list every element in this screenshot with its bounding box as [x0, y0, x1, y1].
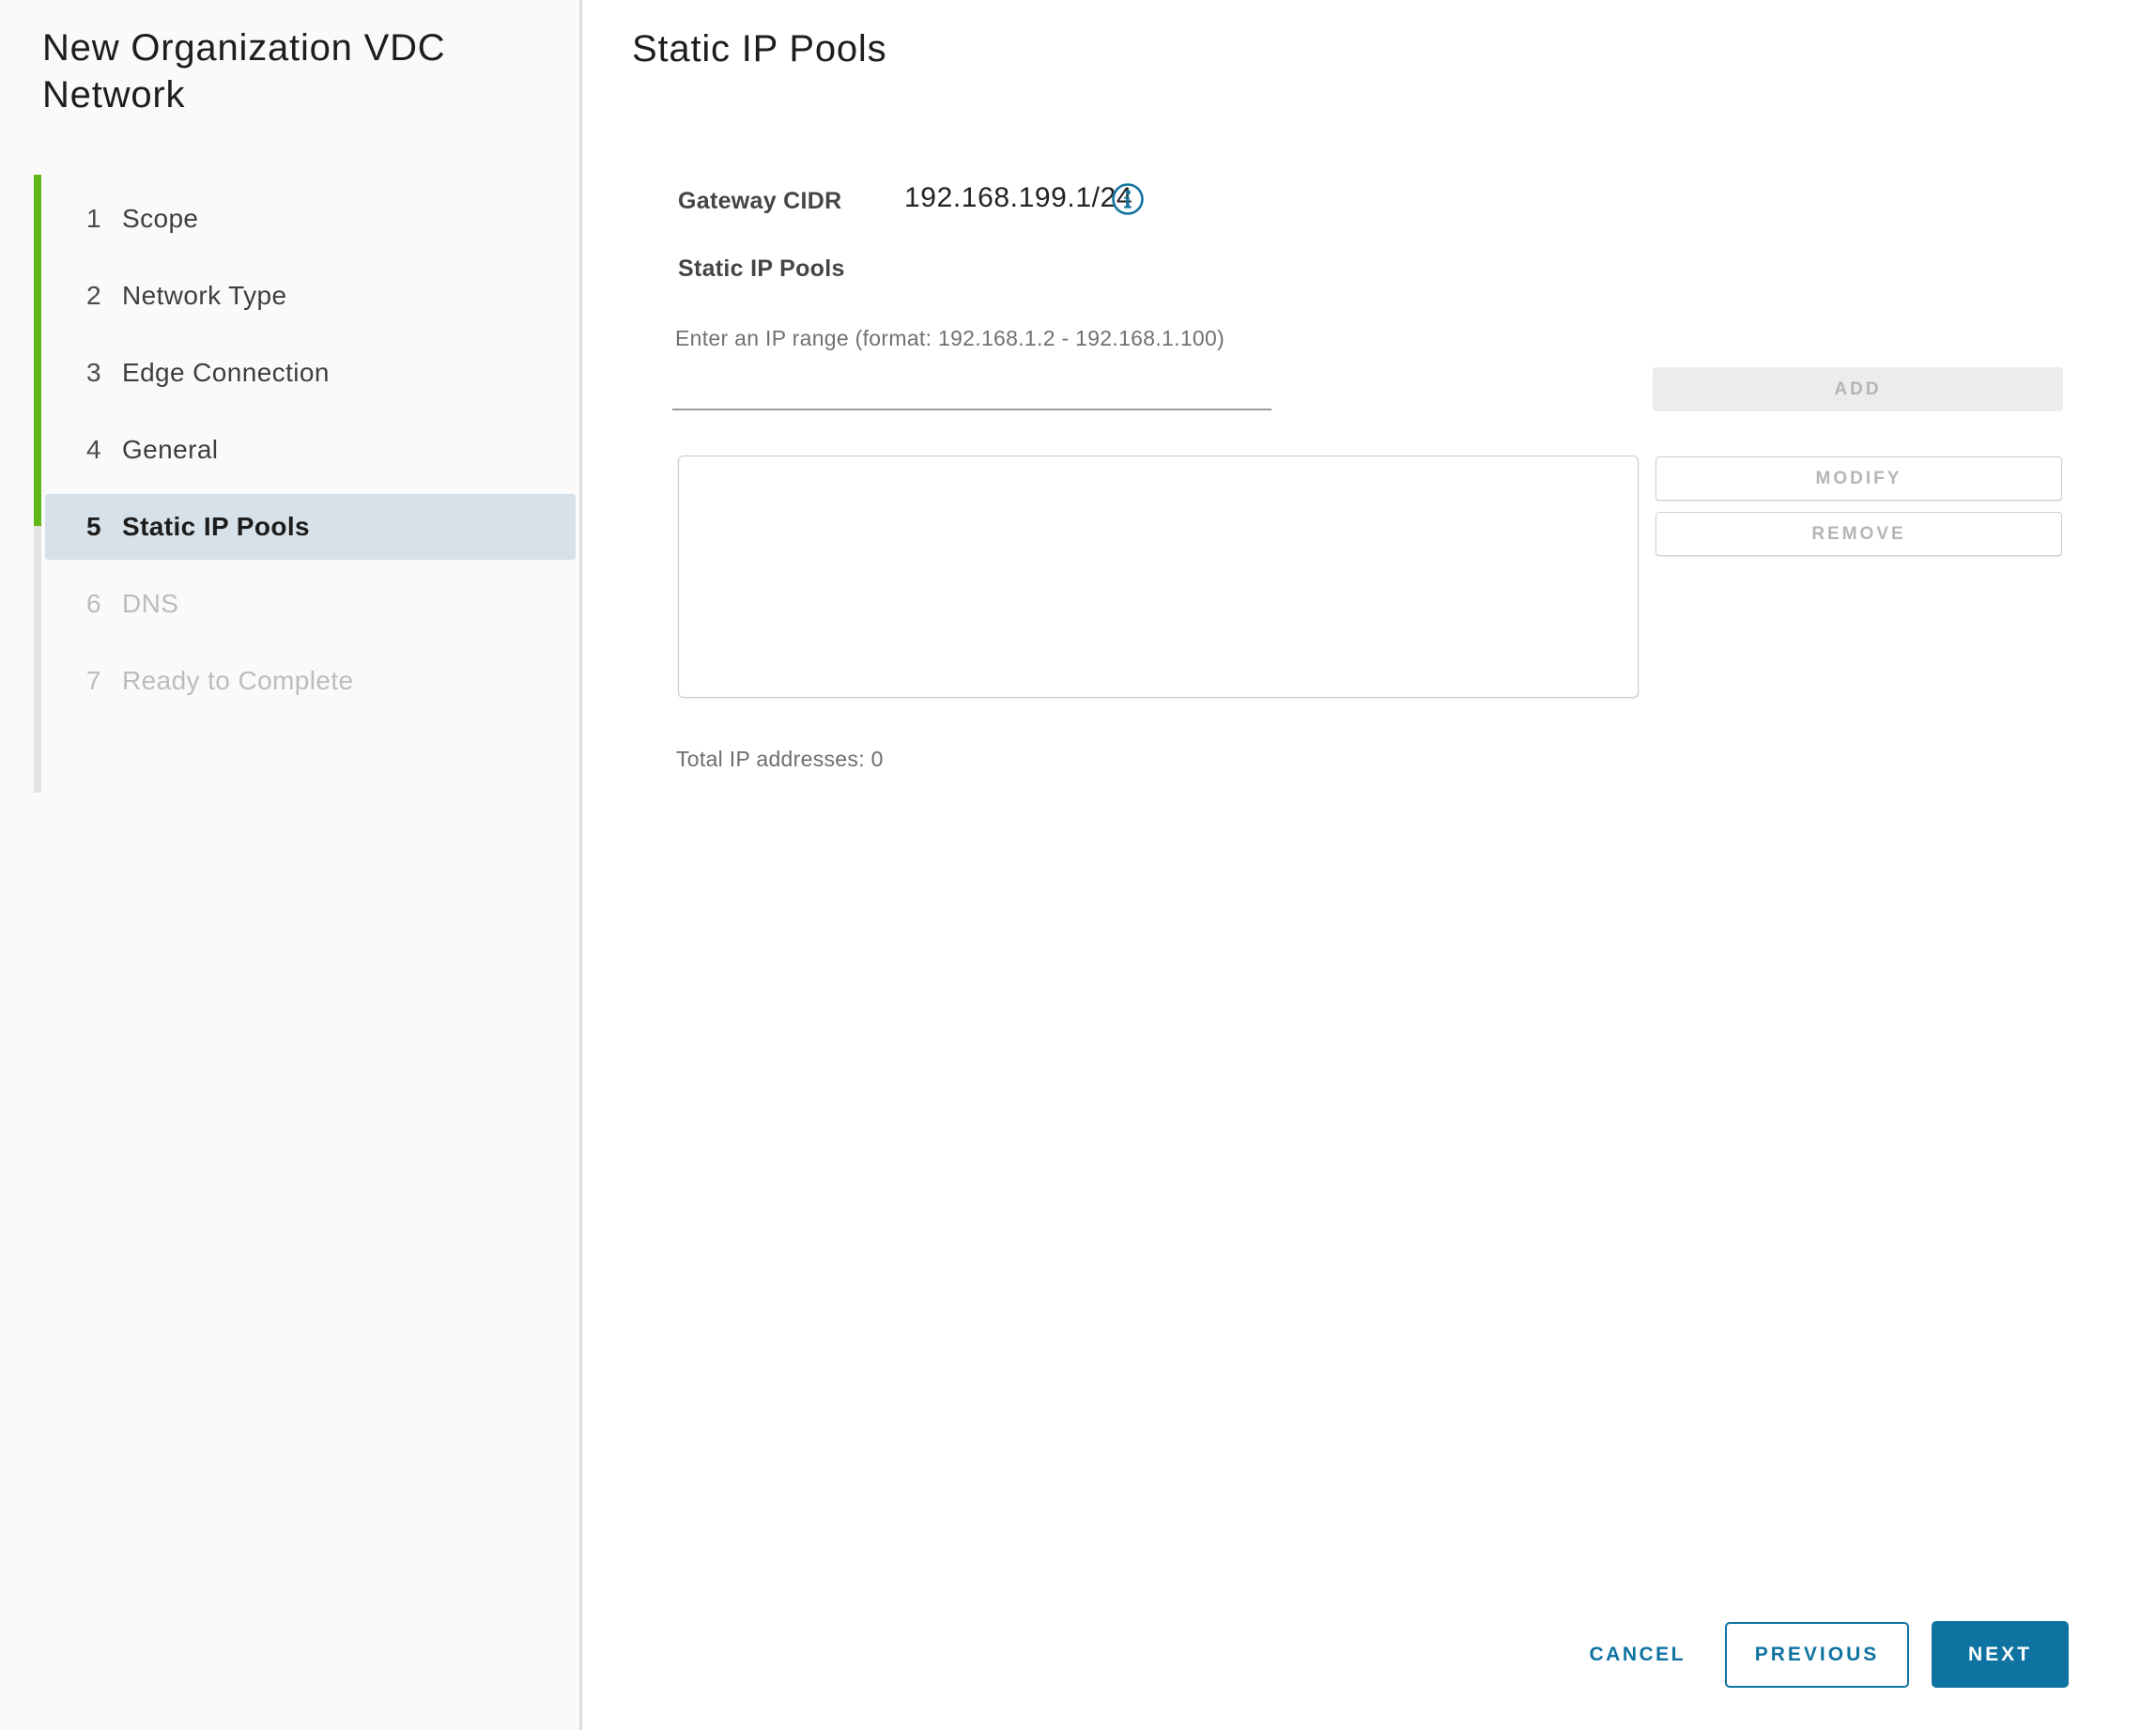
page-title: Static IP Pools: [632, 28, 886, 70]
step-label: Static IP Pools: [122, 512, 310, 542]
wizard-step-ready-to-complete: 7 Ready to Complete: [45, 648, 576, 714]
add-button[interactable]: ADD: [1653, 367, 2063, 411]
step-number: 5: [86, 512, 122, 542]
remove-button[interactable]: REMOVE: [1656, 512, 2062, 556]
ip-pools-listbox[interactable]: [678, 456, 1639, 698]
wizard-title: New Organization VDC Network: [42, 24, 542, 118]
gateway-cidr-label: Gateway CIDR: [678, 188, 842, 215]
step-label: Edge Connection: [122, 358, 330, 388]
ip-range-input[interactable]: [672, 373, 1271, 410]
step-label: General: [122, 435, 218, 465]
total-ip-addresses-label: Total IP addresses: 0: [676, 747, 884, 772]
gateway-cidr-value: 192.168.199.1/24: [904, 182, 1132, 214]
wizard-step-dns: 6 DNS: [45, 571, 576, 637]
step-number: 4: [86, 435, 122, 465]
wizard-main-panel: Static IP Pools Gateway CIDR 192.168.199…: [582, 0, 2156, 1730]
wizard-sidebar: New Organization VDC Network 1 Scope 2 N…: [0, 0, 582, 1730]
wizard-step-static-ip-pools[interactable]: 5 Static IP Pools: [45, 494, 576, 560]
wizard-footer: CANCEL PREVIOUS NEXT: [1590, 1621, 2070, 1688]
step-label: Network Type: [122, 281, 286, 311]
step-number: 2: [86, 281, 122, 311]
previous-button[interactable]: PREVIOUS: [1725, 1622, 1909, 1688]
step-number: 6: [86, 589, 122, 619]
wizard-step-general[interactable]: 4 General: [45, 417, 576, 483]
wizard-step-network-type[interactable]: 2 Network Type: [45, 263, 576, 329]
static-ip-pools-section-label: Static IP Pools: [678, 255, 845, 283]
wizard-step-edge-connection[interactable]: 3 Edge Connection: [45, 340, 576, 406]
next-button[interactable]: NEXT: [1932, 1621, 2069, 1688]
step-progress-track: [34, 175, 41, 793]
info-circle-icon[interactable]: [1110, 181, 1146, 217]
step-progress-completed-bar: [34, 175, 41, 526]
ip-range-input-label: Enter an IP range (format: 192.168.1.2 -…: [675, 326, 1224, 351]
step-number: 3: [86, 358, 122, 388]
wizard-step-scope[interactable]: 1 Scope: [45, 186, 576, 252]
step-label: DNS: [122, 589, 178, 619]
step-number: 1: [86, 204, 122, 234]
wizard-step-list: 1 Scope 2 Network Type 3 Edge Connection…: [45, 175, 576, 725]
info-circle-icon-svg: [1110, 181, 1146, 217]
step-number: 7: [86, 666, 122, 696]
modify-button[interactable]: MODIFY: [1656, 456, 2062, 501]
step-label: Ready to Complete: [122, 666, 353, 696]
step-label: Scope: [122, 204, 198, 234]
cancel-button[interactable]: CANCEL: [1590, 1621, 1686, 1688]
